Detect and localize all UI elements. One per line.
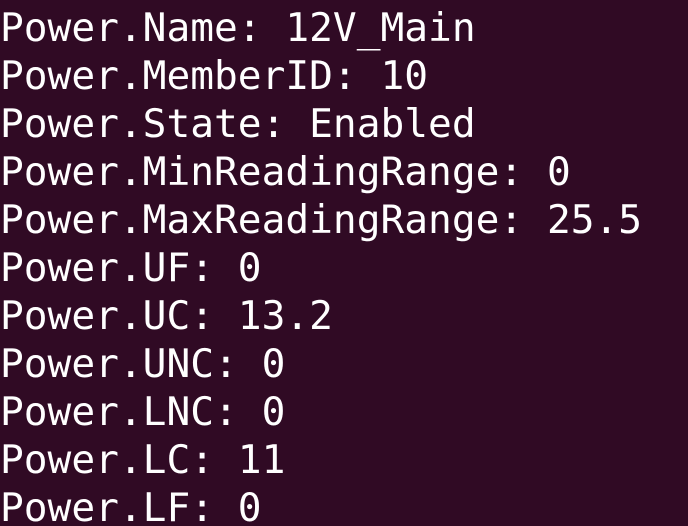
terminal-output[interactable]: Power.Name: 12V_Main Power.MemberID: 10 … xyxy=(0,0,688,526)
terminal-line-power-uc: Power.UC: 13.2 xyxy=(0,293,333,339)
terminal-line-power-lc: Power.LC: 11 xyxy=(0,437,286,483)
terminal-line-power-uf: Power.UF: 0 xyxy=(0,245,262,291)
terminal-line-power-member-id: Power.MemberID: 10 xyxy=(0,53,429,99)
terminal-line-power-min-reading-range: Power.MinReadingRange: 0 xyxy=(0,149,571,195)
terminal-line-power-max-reading-range: Power.MaxReadingRange: 25.5 xyxy=(0,197,643,243)
terminal-line-power-lf: Power.LF: 0 xyxy=(0,485,262,526)
terminal-line-power-name: Power.Name: 12V_Main xyxy=(0,5,476,51)
terminal-line-power-unc: Power.UNC: 0 xyxy=(0,341,286,387)
terminal-line-power-state: Power.State: Enabled xyxy=(0,101,476,147)
terminal-line-power-lnc: Power.LNC: 0 xyxy=(0,389,286,435)
